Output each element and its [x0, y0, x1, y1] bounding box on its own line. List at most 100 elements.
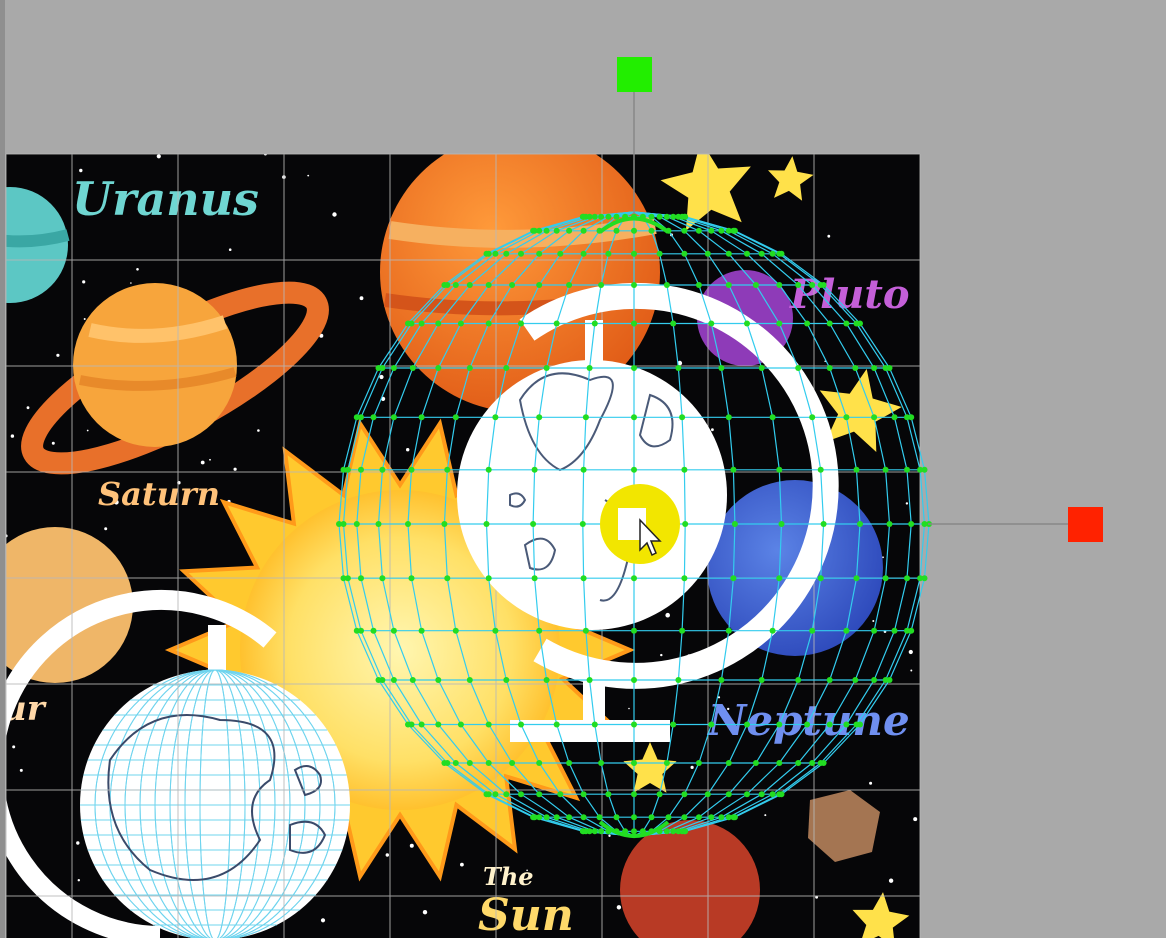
- mesh-control-point[interactable]: [804, 320, 811, 327]
- mesh-control-point[interactable]: [379, 575, 386, 582]
- mesh-control-point[interactable]: [543, 814, 550, 821]
- mesh-control-point[interactable]: [718, 365, 725, 371]
- mesh-control-point[interactable]: [344, 466, 351, 473]
- mesh-control-point[interactable]: [675, 677, 682, 683]
- mesh-control-point[interactable]: [408, 721, 415, 728]
- mesh-control-point[interactable]: [596, 227, 603, 234]
- mesh-control-point[interactable]: [409, 365, 416, 371]
- mesh-control-point[interactable]: [631, 828, 637, 835]
- mesh-control-point[interactable]: [826, 320, 833, 327]
- mesh-control-point[interactable]: [886, 521, 893, 527]
- mesh-control-point[interactable]: [566, 760, 573, 766]
- mesh-control-point[interactable]: [536, 814, 543, 821]
- mesh-control-point[interactable]: [857, 521, 863, 527]
- mesh-control-point[interactable]: [598, 760, 605, 766]
- mesh-control-point[interactable]: [553, 721, 560, 728]
- mesh-control-point[interactable]: [405, 521, 411, 527]
- mesh-control-point[interactable]: [826, 721, 833, 728]
- mesh-control-point[interactable]: [904, 575, 910, 582]
- mesh-control-point[interactable]: [820, 282, 827, 288]
- mesh-control-point[interactable]: [891, 627, 898, 634]
- mesh-control-point[interactable]: [682, 521, 689, 527]
- mesh-control-point[interactable]: [580, 250, 587, 257]
- mesh-control-point[interactable]: [613, 828, 620, 835]
- mesh-control-point[interactable]: [776, 466, 783, 473]
- mesh-control-point[interactable]: [681, 227, 688, 234]
- mesh-control-point[interactable]: [580, 575, 587, 582]
- mesh-control-point[interactable]: [776, 282, 783, 288]
- mesh-control-point[interactable]: [752, 760, 759, 766]
- mesh-control-point[interactable]: [820, 521, 827, 527]
- mesh-control-point[interactable]: [670, 320, 677, 327]
- mesh-control-point[interactable]: [536, 791, 543, 798]
- mesh-control-point[interactable]: [591, 213, 598, 220]
- mesh-control-point[interactable]: [444, 760, 451, 766]
- mesh-control-point[interactable]: [776, 721, 783, 728]
- mesh-control-point[interactable]: [435, 320, 442, 327]
- mesh-control-point[interactable]: [758, 365, 765, 371]
- mesh-control-point[interactable]: [536, 282, 543, 288]
- mesh-control-point[interactable]: [776, 575, 783, 582]
- mesh-control-point[interactable]: [809, 760, 816, 766]
- mesh-control-point[interactable]: [631, 213, 637, 220]
- mesh-control-point[interactable]: [665, 814, 672, 821]
- mesh-control-point[interactable]: [695, 814, 702, 821]
- mesh-control-point[interactable]: [358, 575, 364, 582]
- mesh-control-point[interactable]: [358, 466, 364, 473]
- mesh-control-point[interactable]: [485, 320, 492, 327]
- mesh-control-point[interactable]: [730, 466, 737, 473]
- mesh-control-point[interactable]: [795, 677, 802, 683]
- mesh-control-point[interactable]: [375, 521, 382, 527]
- mesh-control-point[interactable]: [809, 414, 816, 421]
- mesh-control-point[interactable]: [390, 627, 397, 634]
- rotate-handle-icon[interactable]: [617, 57, 652, 92]
- mesh-control-point[interactable]: [648, 213, 655, 220]
- mesh-control-point[interactable]: [553, 814, 560, 821]
- mesh-control-point[interactable]: [776, 320, 783, 327]
- mesh-control-point[interactable]: [639, 828, 646, 835]
- mesh-control-point[interactable]: [843, 721, 850, 728]
- mesh-control-point[interactable]: [718, 677, 725, 683]
- mesh-control-point[interactable]: [518, 250, 524, 257]
- mesh-control-point[interactable]: [580, 466, 587, 473]
- mesh-control-point[interactable]: [485, 466, 492, 473]
- mesh-control-point[interactable]: [853, 575, 860, 582]
- mesh-control-point[interactable]: [492, 250, 499, 257]
- mesh-control-point[interactable]: [530, 521, 537, 527]
- mesh-control-point[interactable]: [695, 760, 702, 766]
- mesh-control-point[interactable]: [485, 250, 492, 257]
- mesh-control-point[interactable]: [731, 227, 738, 234]
- mesh-control-point[interactable]: [503, 677, 510, 683]
- mesh-control-point[interactable]: [557, 250, 564, 257]
- mesh-control-point[interactable]: [485, 721, 492, 728]
- mesh-control-point[interactable]: [358, 627, 364, 634]
- mesh-control-point[interactable]: [631, 320, 637, 327]
- mesh-control-point[interactable]: [613, 227, 620, 234]
- mesh-control-point[interactable]: [718, 814, 725, 821]
- mesh-control-point[interactable]: [485, 760, 492, 766]
- mesh-control-point[interactable]: [390, 677, 397, 683]
- mesh-control-point[interactable]: [778, 250, 785, 257]
- mesh-control-point[interactable]: [370, 414, 377, 421]
- mesh-control-point[interactable]: [631, 282, 637, 288]
- mesh-control-point[interactable]: [670, 721, 677, 728]
- mesh-control-point[interactable]: [731, 814, 738, 821]
- mesh-control-point[interactable]: [582, 414, 589, 421]
- mesh-control-point[interactable]: [648, 227, 655, 234]
- mesh-control-point[interactable]: [708, 227, 715, 234]
- mesh-control-point[interactable]: [390, 365, 397, 371]
- mesh-control-point[interactable]: [444, 575, 451, 582]
- mesh-control-point[interactable]: [809, 282, 816, 288]
- mesh-control-point[interactable]: [379, 466, 386, 473]
- mesh-control-point[interactable]: [503, 365, 510, 371]
- mesh-control-point[interactable]: [631, 250, 637, 257]
- mesh-control-point[interactable]: [904, 466, 910, 473]
- mesh-control-point[interactable]: [817, 575, 824, 582]
- mesh-control-point[interactable]: [580, 814, 587, 821]
- mesh-control-point[interactable]: [452, 414, 459, 421]
- mesh-control-point[interactable]: [656, 250, 663, 257]
- mesh-control-point[interactable]: [744, 791, 750, 798]
- mesh-control-point[interactable]: [518, 791, 524, 798]
- mesh-control-point[interactable]: [598, 828, 605, 835]
- mesh-control-point[interactable]: [435, 677, 442, 683]
